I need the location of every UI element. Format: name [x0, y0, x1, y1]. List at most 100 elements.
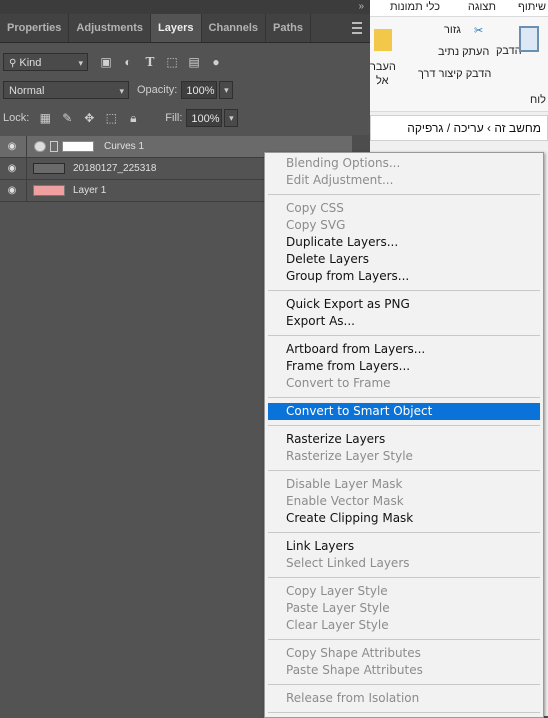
menu-item-duplicate-layers[interactable]: Duplicate Layers...	[268, 234, 540, 251]
menu-item-select-linked-layers: Select Linked Layers	[286, 556, 410, 570]
tab-share[interactable]: שיתוף	[518, 1, 546, 13]
adjustment-icon	[34, 141, 46, 152]
eye-icon[interactable]: ◉	[6, 141, 18, 153]
menu-item-release-from-isolation: Release from Isolation	[286, 691, 420, 705]
lock-image-icon[interactable]: ✎	[59, 110, 75, 126]
lock-position-icon[interactable]: ✥	[81, 110, 97, 126]
menu-separator	[268, 532, 540, 533]
menu-item-copy-svg: Copy SVG	[286, 218, 346, 232]
tab-paths[interactable]: Paths	[266, 14, 312, 42]
filter-type-icon[interactable]: T	[142, 54, 158, 70]
filter-shape-icon[interactable]: ⬚	[164, 54, 180, 70]
layer-divider	[26, 158, 27, 180]
lock-transparent-icon[interactable]: ▦	[37, 110, 53, 126]
eye-icon[interactable]: ◉	[6, 163, 18, 175]
layer-name[interactable]: Curves 1	[104, 136, 144, 158]
menu-item-link-layers[interactable]: Link Layers	[268, 538, 540, 555]
tab-adjustments[interactable]: Adjustments	[69, 14, 152, 42]
menu-item-rasterize-layer-style: Rasterize Layer Style	[286, 449, 413, 463]
menu-item-rasterize-layers[interactable]: Rasterize Layers	[268, 431, 540, 448]
tab-layers[interactable]: Layers	[151, 14, 202, 42]
menu-item-clear-layer-style: Clear Layer Style	[286, 618, 389, 632]
menu-item-quick-export-as-png[interactable]: Quick Export as PNG	[268, 296, 540, 313]
menu-item-frame-from-layers[interactable]: Frame from Layers...	[268, 358, 540, 375]
menu-item-blending-options: Blending Options...	[286, 156, 401, 170]
menu-item-copy-shape-attributes: Copy Shape Attributes	[286, 646, 421, 660]
menu-separator	[268, 470, 540, 471]
move-to-line2: אל	[376, 75, 389, 87]
menu-item-group-from-layers[interactable]: Group from Layers...	[268, 268, 540, 285]
menu-item-enable-vector-mask: Enable Vector Mask	[286, 494, 404, 508]
explorer-ribbon: העבר אל ✂ גזור הדבק העתק נתיב הדבק קיצור…	[370, 17, 548, 112]
filter-row: ⚲ Kind ▾ ▣ ◐ T ⬚ ▤ ●	[0, 53, 370, 71]
menu-item-paste-layer-style: Paste Layer Style	[286, 601, 390, 615]
menu-item-disable-layer-mask: Disable Layer Mask	[286, 477, 403, 491]
tab-properties[interactable]: Properties	[0, 14, 70, 42]
blend-mode-select[interactable]: Normal ▾	[3, 81, 129, 99]
cut-button[interactable]: גזור	[444, 24, 461, 36]
clipboard-icon	[519, 26, 539, 52]
scissors-icon: ✂	[474, 25, 484, 37]
lock-artboard-icon[interactable]: ⬚	[103, 110, 119, 126]
menu-item-copy-css: Copy CSS	[286, 201, 344, 215]
menu-separator	[268, 290, 540, 291]
filter-kind-select[interactable]: ⚲ Kind ▾	[3, 53, 88, 71]
menu-separator	[268, 712, 540, 713]
tab-view[interactable]: תצוגה	[468, 1, 496, 13]
paste-button[interactable]: הדבק	[496, 45, 522, 57]
filter-adjustment-icon[interactable]: ◐	[120, 54, 136, 70]
move-to-button[interactable]: העבר	[370, 61, 396, 73]
layer-context-menu: Blending Options... Edit Adjustment... Cop…	[264, 152, 544, 718]
tab-channels[interactable]: Channels	[202, 14, 267, 42]
opacity-dropdown-icon[interactable]: ▾	[219, 81, 234, 99]
chain-link-icon[interactable]	[50, 141, 58, 152]
layer-divider	[26, 180, 27, 202]
layer-divider	[26, 136, 27, 158]
menu-item-create-clipping-mask[interactable]: Create Clipping Mask	[268, 510, 540, 527]
menu-item-paste-shape-attributes: Paste Shape Attributes	[286, 663, 423, 677]
eye-icon[interactable]: ◉	[6, 185, 18, 197]
fill-field[interactable]: 100%	[186, 109, 223, 127]
menu-item-edit-adjustment: Edit Adjustment...	[286, 173, 394, 187]
menu-separator	[268, 684, 540, 685]
layer-thumbnail	[33, 185, 65, 196]
menu-separator	[268, 397, 540, 398]
filter-pixel-icon[interactable]: ▣	[98, 54, 114, 70]
layer-thumbnail	[33, 163, 65, 174]
panel-top-strip: »	[0, 0, 370, 14]
panel-menu-icon[interactable]	[352, 22, 362, 34]
menu-separator	[268, 577, 540, 578]
chevron-down-icon: ▾	[119, 86, 124, 96]
opacity-label: Opacity:	[137, 84, 178, 96]
clipboard-group-label: לוח	[530, 94, 546, 106]
tab-picture-tools[interactable]: כלי תמונות	[390, 1, 440, 13]
menu-item-convert-to-frame: Convert to Frame	[286, 376, 391, 390]
filter-smart-object-icon[interactable]: ▤	[186, 54, 202, 70]
fill-dropdown-icon[interactable]: ▾	[224, 109, 239, 127]
menu-item-copy-layer-style: Copy Layer Style	[286, 584, 388, 598]
copy-path-button[interactable]: העתק נתיב	[438, 46, 489, 58]
menu-item-delete-layers[interactable]: Delete Layers	[268, 251, 540, 268]
collapse-panels-icon[interactable]: »	[358, 1, 364, 12]
menu-separator	[268, 639, 540, 640]
menu-item-export-as[interactable]: Export As...	[268, 313, 540, 330]
menu-item-artboard-from-layers[interactable]: Artboard from Layers...	[268, 341, 540, 358]
filter-toggle-icon[interactable]: ●	[208, 54, 224, 70]
paste-shortcut-button[interactable]: הדבק קיצור דרך	[418, 68, 491, 80]
layer-name[interactable]: Layer 1	[73, 180, 106, 202]
explorer-ribbon-tabs: שיתוף תצוגה כלי תמונות	[370, 0, 548, 17]
menu-item-convert-to-smart-object[interactable]: Convert to Smart Object	[268, 403, 540, 420]
menu-separator	[268, 194, 540, 195]
address-bar[interactable]: מחשב זה › עריכה / גרפיקה	[370, 115, 548, 141]
search-icon: ⚲	[9, 58, 17, 69]
blend-row: Normal ▾ Opacity: 100% ▾	[0, 81, 370, 99]
layer-name[interactable]: 20180127_225318	[73, 158, 156, 180]
opacity-field[interactable]: 100%	[181, 81, 218, 99]
lock-all-icon[interactable]: 🔒︎	[125, 110, 141, 126]
layer-mask-thumbnail[interactable]	[62, 141, 94, 152]
address-path: מחשב זה › עריכה / גרפיקה	[407, 121, 541, 135]
lock-row: Lock: ▦ ✎ ✥ ⬚ 🔒︎ Fill: 100% ▾	[0, 109, 370, 127]
chevron-down-icon: ▾	[78, 58, 83, 68]
lock-label: Lock:	[3, 112, 30, 124]
blend-mode-value: Normal	[9, 85, 45, 97]
